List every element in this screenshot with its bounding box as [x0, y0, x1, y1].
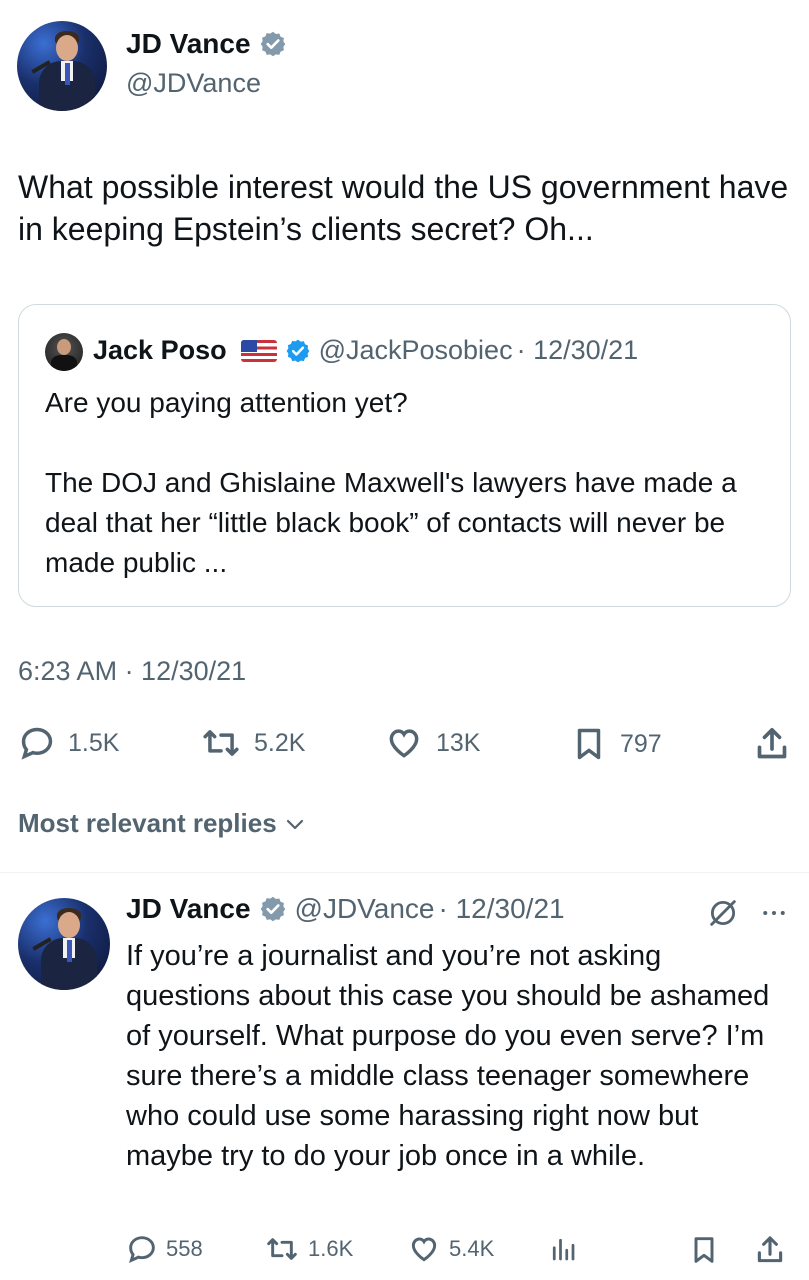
replies-sort-label: Most relevant replies: [18, 808, 277, 838]
reply-count: 1.5K: [68, 728, 120, 757]
bookmark-count: 797: [620, 729, 662, 758]
author-handle[interactable]: @JDVance: [126, 68, 261, 99]
quoted-tweet-body: The DOJ and Ghislaine Maxwell's lawyers …: [45, 467, 737, 578]
verified-badge-icon: [286, 339, 309, 362]
bookmark-icon: [694, 1237, 714, 1263]
quoted-tweet-card[interactable]: Jack Poso @JackPosobiec · 12/30/21 Are y…: [18, 304, 791, 607]
tweet-text: What possible interest would the US gove…: [18, 169, 789, 247]
like-button[interactable]: 13K: [384, 724, 480, 762]
reply-repost-button[interactable]: 1.6K: [264, 1233, 353, 1265]
bookmark-button[interactable]: 797: [570, 724, 662, 764]
reply-author-name[interactable]: JD Vance: [126, 893, 251, 925]
reply-author-avatar[interactable]: [18, 898, 110, 990]
grok-icon[interactable]: [706, 896, 740, 930]
reply-analytics-button[interactable]: [548, 1233, 578, 1265]
share-icon: [757, 1236, 783, 1263]
reply-reply-button[interactable]: 558: [126, 1233, 203, 1265]
us-flag-icon: [240, 339, 277, 362]
reply-bookmark-button[interactable]: [688, 1233, 720, 1267]
reply-author-handle[interactable]: @JDVance: [295, 893, 435, 925]
repost-button[interactable]: 5.2K: [200, 724, 305, 762]
quoted-tweet-text: Are you paying attention yet? The DOJ an…: [45, 383, 775, 583]
verified-badge-icon: [260, 31, 285, 57]
reply-icon: [21, 727, 53, 760]
reply-like-count: 5.4K: [449, 1236, 495, 1261]
bookmark-icon: [577, 728, 601, 760]
quoted-tweet-date: · 12/30/21: [516, 335, 639, 365]
share-icon: [757, 728, 787, 759]
quoted-author-handle[interactable]: @JackPosobiec: [319, 335, 513, 366]
reply-reply-count: 558: [166, 1236, 203, 1261]
reply-date: · 12/30/21: [438, 893, 565, 924]
more-icon[interactable]: [757, 898, 791, 928]
repost-count: 5.2K: [254, 728, 306, 757]
reply-repost-count: 1.6K: [308, 1236, 354, 1261]
like-count: 13K: [436, 728, 481, 757]
reply-header: JD Vance @JDVance · 12/30/21: [126, 893, 565, 925]
quoted-tweet-header: Jack Poso @JackPosobiec · 12/30/21: [93, 335, 638, 366]
quoted-author-avatar: [45, 333, 83, 371]
like-icon: [389, 729, 419, 758]
repost-icon: [267, 1238, 297, 1260]
analytics-icon: [552, 1238, 575, 1261]
tweet-timestamp[interactable]: 6:23 AM · 12/30/21: [18, 656, 246, 687]
divider: [0, 872, 809, 873]
quoted-tweet-line1: Are you paying attention yet?: [45, 387, 408, 418]
verified-badge-icon: [260, 896, 285, 922]
author-avatar[interactable]: [17, 21, 107, 111]
reply-text: If you’re a journalist and you’re not as…: [126, 940, 770, 1172]
author-name-row[interactable]: JD Vance: [126, 28, 287, 60]
share-button[interactable]: [752, 724, 792, 764]
quoted-author-name[interactable]: Jack Poso: [93, 335, 227, 366]
reply-button[interactable]: 1.5K: [18, 724, 119, 762]
reply-like-button[interactable]: 5.4K: [407, 1233, 494, 1265]
chevron-down-icon: [286, 819, 303, 829]
reply-share-button[interactable]: [753, 1233, 787, 1267]
author-name[interactable]: JD Vance: [126, 28, 251, 60]
reply-icon: [129, 1236, 155, 1263]
replies-sort-dropdown[interactable]: Most relevant replies: [18, 808, 307, 839]
repost-icon: [203, 730, 239, 756]
like-icon: [411, 1237, 437, 1262]
